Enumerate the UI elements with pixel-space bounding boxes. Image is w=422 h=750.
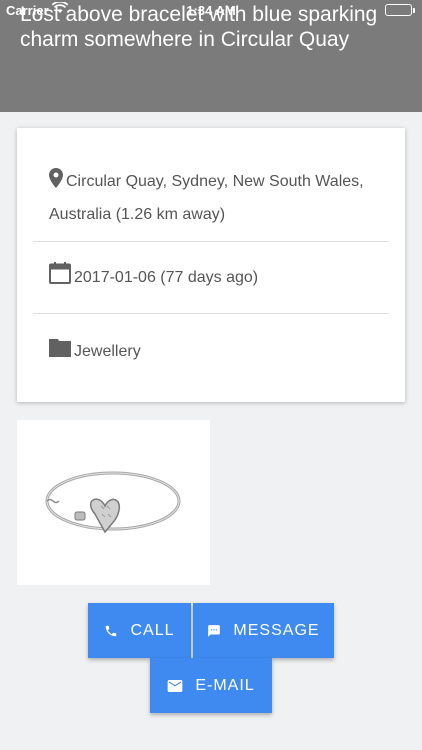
date-row: 2017-01-06 (77 days ago) (49, 262, 373, 295)
category-text: Jewellery (74, 343, 141, 360)
header-bar: Lost above bracelet with blue sparking c… (0, 0, 422, 112)
call-label: CALL (130, 621, 175, 639)
divider (33, 241, 389, 242)
bracelet-image (45, 471, 181, 534)
details-card: Circular Quay, Sydney, New South Wales, … (17, 128, 405, 402)
folder-icon (49, 338, 71, 369)
mail-icon (167, 679, 183, 693)
item-photo[interactable] (17, 420, 210, 585)
map-pin-icon (49, 168, 63, 199)
email-button[interactable]: E-MAIL (150, 658, 272, 713)
date-text: 2017-01-06 (77 days ago) (74, 269, 259, 286)
phone-icon (104, 624, 118, 638)
email-label: E-MAIL (195, 676, 255, 694)
location-text: Circular Quay, Sydney, New South Wales, … (49, 173, 364, 223)
chat-icon (207, 624, 221, 638)
location-row: Circular Quay, Sydney, New South Wales, … (49, 166, 373, 230)
battery-icon (385, 4, 415, 16)
status-bar: Carrier 1:34 AM (0, 0, 422, 20)
divider (33, 313, 389, 314)
message-label: MESSAGE (233, 621, 320, 639)
message-button[interactable]: MESSAGE (193, 603, 334, 658)
category-row: Jewellery (49, 336, 373, 369)
calendar-icon (49, 262, 71, 295)
clock-time: 1:34 AM (186, 3, 236, 18)
call-button[interactable]: CALL (88, 603, 191, 658)
